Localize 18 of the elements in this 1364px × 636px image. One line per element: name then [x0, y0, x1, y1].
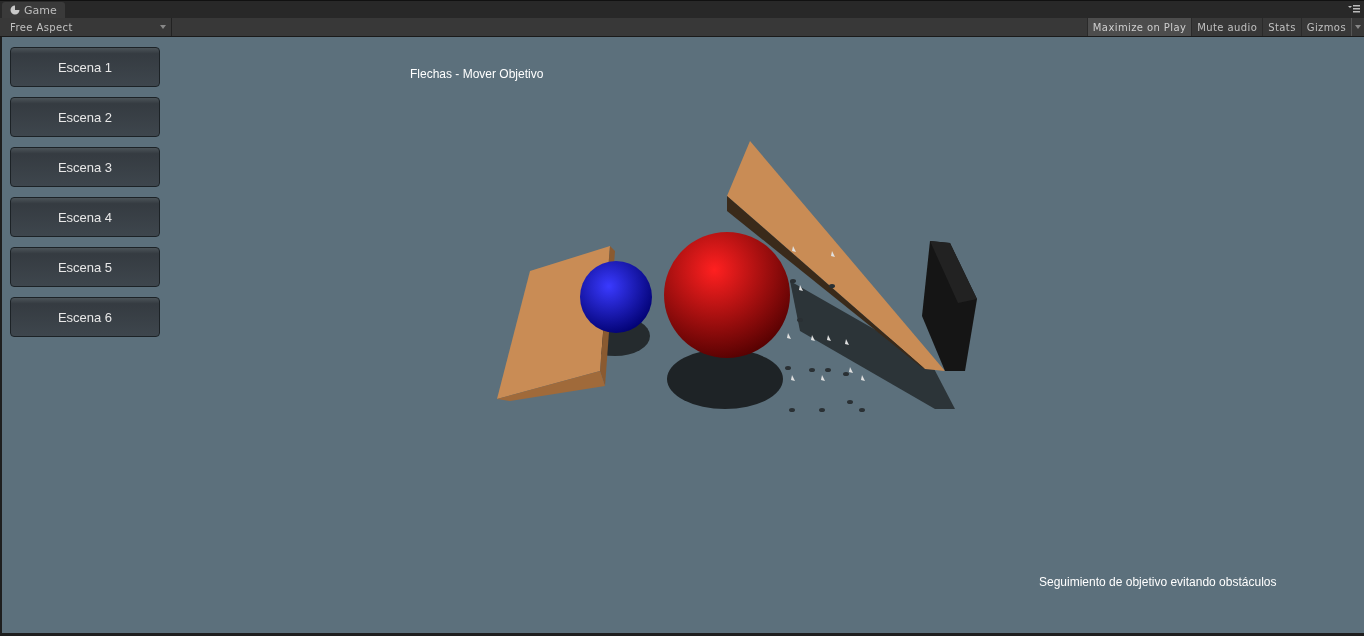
scene-button[interactable]: Escena 6: [10, 297, 160, 337]
game-tab[interactable]: Game: [2, 2, 65, 18]
caret-icon: [160, 25, 166, 29]
scene-button[interactable]: Escena 4: [10, 197, 160, 237]
scene-button[interactable]: Escena 3: [10, 147, 160, 187]
toolbar-toggle[interactable]: Stats: [1262, 18, 1301, 36]
toolbar-toggle[interactable]: Mute audio: [1191, 18, 1263, 36]
scene-button[interactable]: Escena 2: [10, 97, 160, 137]
scene-caption: Seguimiento de objetivo evitando obstáculos: [1039, 575, 1277, 589]
scene-button[interactable]: Escena 1: [10, 47, 160, 87]
unity-logo-icon: [10, 5, 20, 15]
gizmos-dropdown-arrow[interactable]: [1351, 18, 1364, 36]
menu-icon[interactable]: [1348, 5, 1360, 13]
aspect-dropdown[interactable]: Free Aspect: [0, 18, 172, 36]
toolbar-toggle[interactable]: Gizmos: [1300, 18, 1351, 36]
controls-hint: Flechas - Mover Objetivo: [410, 67, 544, 81]
toolbar-toggle[interactable]: Maximize on Play: [1086, 18, 1192, 36]
scene-button[interactable]: Escena 5: [10, 247, 160, 287]
